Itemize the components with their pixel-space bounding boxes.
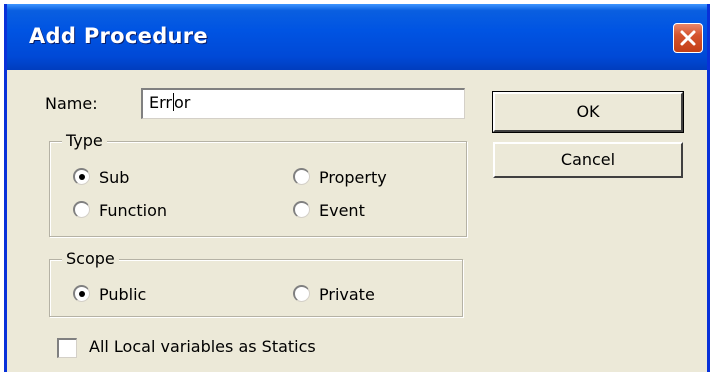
radio-event[interactable] [293, 201, 310, 218]
cancel-button[interactable]: Cancel [493, 142, 683, 178]
name-label: Name: [45, 94, 98, 113]
add-procedure-dialog: Add Procedure Name: Err or Type Sub Prope… [4, 4, 710, 372]
radio-property-label: Property [319, 168, 387, 187]
ok-button[interactable]: OK [492, 91, 684, 133]
radio-private[interactable] [293, 285, 310, 302]
radio-function[interactable] [73, 201, 90, 218]
title-bar[interactable]: Add Procedure [7, 4, 707, 70]
radio-sub-label: Sub [99, 168, 130, 187]
radio-public[interactable] [73, 285, 90, 302]
statics-checkbox[interactable] [57, 338, 77, 358]
radio-event-label: Event [319, 201, 365, 220]
type-group-legend: Type [62, 131, 107, 150]
close-icon [680, 30, 696, 46]
radio-property[interactable] [293, 168, 310, 185]
radio-sub[interactable] [73, 168, 90, 185]
scope-group-legend: Scope [62, 249, 119, 268]
radio-function-label: Function [99, 201, 168, 220]
name-input[interactable]: Err or [141, 88, 465, 119]
radio-private-label: Private [319, 285, 375, 304]
radio-public-label: Public [99, 285, 147, 304]
statics-checkbox-label: All Local variables as Statics [89, 337, 316, 356]
dialog-title: Add Procedure [29, 24, 208, 48]
type-group: Type [49, 131, 467, 237]
name-value-end: or [173, 93, 191, 112]
close-button[interactable] [673, 23, 703, 53]
name-value-start: Err [149, 93, 172, 112]
